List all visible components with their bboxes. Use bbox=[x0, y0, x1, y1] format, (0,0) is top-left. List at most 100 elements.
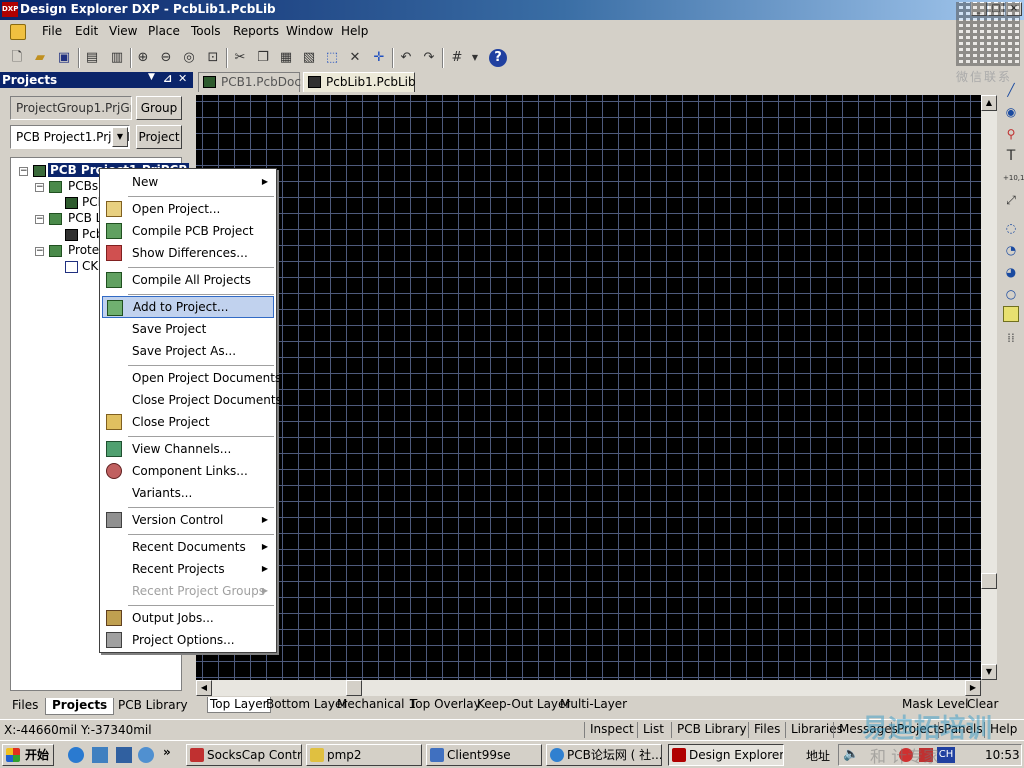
copy-icon[interactable]: ❐ bbox=[254, 49, 272, 67]
address-toolbar-label[interactable]: 地址 bbox=[806, 747, 830, 764]
layer-tab-top-overlay[interactable]: Top Overlay bbox=[408, 697, 483, 713]
array-paste-icon[interactable]: ⁞⁞ bbox=[1003, 330, 1019, 346]
menu-item-open-project-documents[interactable]: Open Project Documents bbox=[102, 367, 281, 389]
deselect-icon[interactable]: ✕ bbox=[346, 49, 364, 67]
panel-tab-files[interactable]: Files bbox=[6, 698, 44, 715]
volume-icon[interactable]: 🔈 bbox=[843, 747, 859, 762]
menu-item-compile-pcb-project[interactable]: Compile PCB Project bbox=[102, 220, 274, 242]
ie-quicklaunch-icon[interactable] bbox=[68, 747, 84, 763]
task-design-explorer[interactable]: Design Explorer ... bbox=[668, 744, 784, 766]
menu-item-show-differences[interactable]: Show Differences... bbox=[102, 242, 274, 264]
panel-close-icon[interactable]: ✕ bbox=[178, 72, 187, 85]
menu-item-close-project[interactable]: Close Project bbox=[102, 411, 274, 433]
panel-tab-projects[interactable]: Projects bbox=[45, 698, 115, 715]
menu-item-save-project[interactable]: Save Project bbox=[102, 318, 274, 340]
menu-item-component-links[interactable]: Component Links... bbox=[102, 460, 274, 482]
panel-menu-icon[interactable]: ▼ bbox=[148, 72, 155, 82]
place-string-icon[interactable]: T bbox=[1003, 148, 1019, 164]
project-button[interactable]: Project bbox=[136, 125, 182, 149]
place-line-icon[interactable]: ╱ bbox=[1003, 82, 1019, 98]
tree-expander[interactable]: − bbox=[35, 183, 44, 192]
menu-view[interactable]: View bbox=[109, 24, 137, 38]
start-button[interactable]: 开始 bbox=[2, 744, 54, 766]
move-icon[interactable]: ✛ bbox=[370, 49, 388, 67]
scroll-down-icon[interactable]: ▼ bbox=[981, 664, 997, 680]
grid-dropdown-icon[interactable]: ▼ bbox=[466, 49, 484, 67]
new-icon[interactable]: 🗋 bbox=[8, 49, 26, 67]
menu-item-open-project[interactable]: Open Project... bbox=[102, 198, 274, 220]
arc-any-angle-icon[interactable]: ◕ bbox=[1003, 264, 1019, 280]
arc-edge-icon[interactable]: ◔ bbox=[1003, 242, 1019, 258]
menu-window[interactable]: Window bbox=[286, 24, 333, 38]
vertical-scroll-thumb[interactable] bbox=[981, 573, 997, 589]
menu-item-add-to-project[interactable]: Add to Project... bbox=[102, 296, 274, 318]
menu-reports[interactable]: Reports bbox=[233, 24, 279, 38]
status-list-button[interactable]: List bbox=[637, 722, 669, 738]
place-pad-icon[interactable]: ◉ bbox=[1003, 104, 1019, 120]
project-group-field[interactable]: ProjectGroup1.PrjGrp bbox=[10, 96, 132, 120]
place-via-icon[interactable]: ⚲ bbox=[1003, 126, 1019, 142]
menu-item-recent-projects[interactable]: Recent Projects ▶ bbox=[102, 558, 274, 580]
menu-item-variants[interactable]: Variants... bbox=[102, 482, 274, 504]
vertical-scrollbar[interactable]: ▲ ▼ bbox=[981, 95, 997, 680]
tree-item-pcbs[interactable]: PCBs bbox=[68, 179, 98, 193]
status-inspect-button[interactable]: Inspect bbox=[584, 722, 639, 738]
menu-edit[interactable]: Edit bbox=[75, 24, 98, 38]
project-select-dropdown-icon[interactable]: ▼ bbox=[112, 127, 128, 147]
outlook-quicklaunch-icon[interactable] bbox=[92, 747, 108, 763]
arc-center-icon[interactable]: ◌ bbox=[1003, 220, 1019, 236]
scroll-up-icon[interactable]: ▲ bbox=[981, 95, 997, 111]
tree-item-protel[interactable]: Protel bbox=[68, 243, 102, 257]
desktop-quicklaunch-icon[interactable] bbox=[116, 747, 132, 763]
tree-expander[interactable]: − bbox=[19, 167, 28, 176]
pcb-library-canvas[interactable] bbox=[196, 95, 981, 680]
menu-help[interactable]: Help bbox=[341, 24, 368, 38]
tree-expander[interactable]: − bbox=[35, 215, 44, 224]
status-pcb-library-button[interactable]: PCB Library bbox=[671, 722, 752, 738]
menu-tools[interactable]: Tools bbox=[191, 24, 221, 38]
horizontal-scroll-thumb[interactable] bbox=[346, 680, 362, 696]
help-icon[interactable]: ? bbox=[489, 49, 507, 67]
app-menu-icon[interactable] bbox=[10, 24, 26, 40]
input-language-indicator[interactable]: CH bbox=[937, 747, 955, 763]
zoom-fit-icon[interactable]: ◎ bbox=[180, 49, 198, 67]
media-quicklaunch-icon[interactable] bbox=[138, 747, 154, 763]
save-icon[interactable]: ▣ bbox=[55, 49, 73, 67]
horizontal-scrollbar[interactable]: ◀ ▶ bbox=[196, 680, 981, 696]
zoom-out-icon[interactable]: ⊖ bbox=[157, 49, 175, 67]
menu-item-new[interactable]: New ▶ bbox=[102, 171, 274, 193]
grid-icon[interactable]: # bbox=[448, 49, 466, 67]
task-client99se[interactable]: Client99se bbox=[426, 744, 542, 766]
cut-icon[interactable]: ✂ bbox=[231, 49, 249, 67]
layer-tab-top[interactable]: Top Layer bbox=[207, 697, 271, 713]
place-coordinate-icon[interactable]: +10,10 bbox=[1003, 170, 1024, 186]
zoom-area-icon[interactable]: ⊡ bbox=[204, 49, 222, 67]
layer-tab-multi[interactable]: Multi-Layer bbox=[558, 697, 629, 713]
open-icon[interactable]: ▰ bbox=[31, 49, 49, 67]
doc-tab-pcb1[interactable]: PCB1.PcbDoc bbox=[198, 72, 301, 92]
full-circle-icon[interactable]: ○ bbox=[1003, 286, 1019, 302]
menu-item-save-project-as[interactable]: Save Project As... bbox=[102, 340, 274, 362]
scroll-left-icon[interactable]: ◀ bbox=[196, 680, 212, 696]
menu-item-recent-documents[interactable]: Recent Documents ▶ bbox=[102, 536, 274, 558]
menu-item-close-project-documents[interactable]: Close Project Documents bbox=[102, 389, 282, 411]
group-button[interactable]: Group bbox=[136, 96, 182, 120]
menu-item-compile-all-projects[interactable]: Compile All Projects bbox=[102, 269, 274, 291]
task-pcb-forum[interactable]: PCB论坛网 ( 社... bbox=[546, 744, 662, 766]
status-files-button[interactable]: Files bbox=[748, 722, 785, 738]
redo-icon[interactable]: ↷ bbox=[420, 49, 438, 67]
doc-tab-pcblib1[interactable]: PcbLib1.PcbLib bbox=[303, 72, 416, 92]
menu-file[interactable]: File bbox=[42, 24, 62, 38]
tree-expander[interactable]: − bbox=[35, 247, 44, 256]
print-preview-icon[interactable]: ▥ bbox=[108, 49, 126, 67]
panel-tab-pcb-library[interactable]: PCB Library bbox=[112, 698, 194, 715]
menu-item-view-channels[interactable]: View Channels... bbox=[102, 438, 274, 460]
menu-place[interactable]: Place bbox=[148, 24, 180, 38]
undo-icon[interactable]: ↶ bbox=[397, 49, 415, 67]
task-sockscap[interactable]: SocksCap Control bbox=[186, 744, 302, 766]
paste-special-icon[interactable]: ▧ bbox=[300, 49, 318, 67]
menu-item-output-jobs[interactable]: Output Jobs... bbox=[102, 607, 274, 629]
select-area-icon[interactable]: ⬚ bbox=[323, 49, 341, 67]
task-pmp2[interactable]: pmp2 bbox=[306, 744, 422, 766]
place-dimension-icon[interactable]: ⤢ bbox=[1003, 192, 1019, 208]
